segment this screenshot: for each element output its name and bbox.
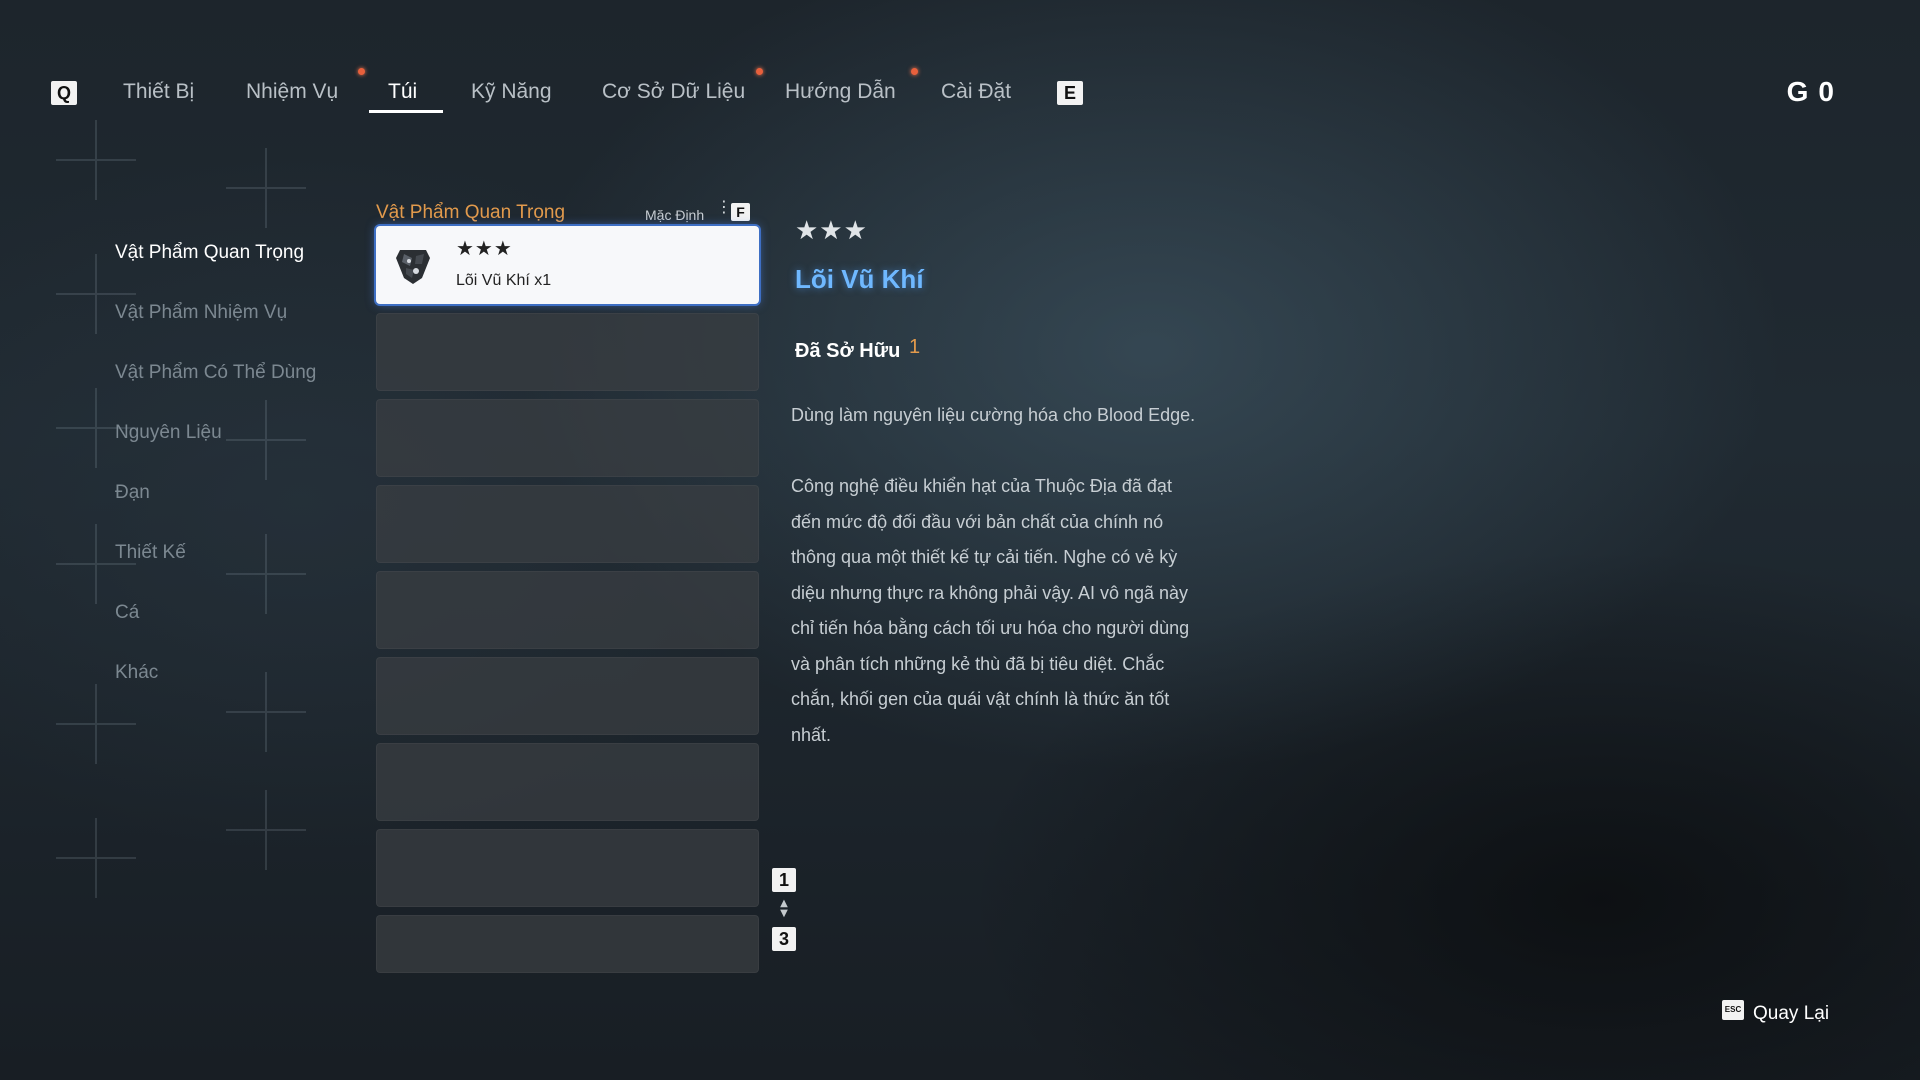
category-thiet-ke[interactable]: Thiết Kế bbox=[115, 542, 186, 564]
decor-crosshair bbox=[56, 818, 136, 898]
inventory-screen: Q Thiết Bị Nhiệm Vụ Túi Kỹ Năng Cơ Sở Dữ… bbox=[0, 0, 1920, 1080]
desc-line: chỉ tiến hóa bằng cách tối ưu hóa cho ng… bbox=[791, 618, 1190, 638]
item-slot-empty[interactable] bbox=[376, 657, 759, 735]
notification-dot bbox=[911, 68, 918, 75]
owned-count: 1 bbox=[909, 336, 921, 358]
category-vat-pham-nhiem-vu[interactable]: Vật Phẩm Nhiệm Vụ bbox=[115, 302, 287, 324]
decor-crosshair bbox=[56, 684, 136, 764]
desc-line: đến mức độ đối đầu với bản chất của chín… bbox=[791, 511, 1164, 532]
notification-dot bbox=[756, 68, 763, 75]
desc-line: và phân tích những kẻ thù đã bị tiêu diệ… bbox=[791, 653, 1165, 674]
item-slot-empty[interactable] bbox=[376, 829, 759, 907]
esc-key[interactable]: ESC bbox=[1722, 1000, 1744, 1020]
item-description-lore: Công nghệ điều khiển hạt của Thuộc Địa đ… bbox=[791, 469, 1211, 753]
item-slot-empty[interactable] bbox=[376, 313, 759, 391]
decor-crosshair bbox=[226, 534, 306, 614]
item-slot-empty[interactable] bbox=[376, 571, 759, 649]
item-name: Lõi Vũ Khí x1 bbox=[456, 272, 552, 289]
decor-crosshair bbox=[226, 790, 306, 870]
back-button[interactable]: Quay Lại bbox=[1753, 1003, 1829, 1025]
category-dan[interactable]: Đạn bbox=[115, 482, 150, 504]
next-tab-key[interactable]: E bbox=[1057, 81, 1083, 105]
owned-label: Đã Sở Hữu bbox=[795, 340, 901, 362]
item-description-short: Dùng làm nguyên liệu cường hóa cho Blood… bbox=[791, 398, 1211, 434]
category-nguyen-lieu[interactable]: Nguyên Liệu bbox=[115, 422, 222, 444]
page-scroll-arrows-icon[interactable]: ▲ ▼ bbox=[776, 899, 792, 919]
item-rarity-stars: ★★★ bbox=[456, 236, 513, 260]
currency-display: G0 bbox=[1787, 76, 1844, 108]
desc-line: chắn, khối gen của quái vật chính là thứ… bbox=[791, 689, 1170, 709]
tab-thiet-bi[interactable]: Thiết Bị bbox=[123, 80, 194, 104]
desc-line: nhất. bbox=[791, 724, 832, 745]
page-total: 3 bbox=[772, 927, 796, 951]
page-current: 1 bbox=[772, 868, 796, 892]
currency-symbol: G bbox=[1786, 76, 1819, 107]
sort-key[interactable]: F bbox=[731, 203, 750, 221]
item-slot-empty[interactable] bbox=[376, 915, 759, 973]
item-slot-empty[interactable] bbox=[376, 399, 759, 477]
decor-crosshair bbox=[226, 148, 306, 228]
tab-tui[interactable]: Túi bbox=[388, 80, 417, 104]
tab-cai-dat[interactable]: Cài Đặt bbox=[941, 80, 1011, 104]
weapon-core-icon bbox=[396, 250, 430, 284]
detail-item-name: Lõi Vũ Khí bbox=[795, 264, 924, 294]
desc-line: thông qua một thiết kế tự cải tiến. Nghe… bbox=[791, 547, 1178, 567]
tab-huong-dan[interactable]: Hướng Dẫn bbox=[785, 80, 896, 104]
decor-crosshair bbox=[56, 120, 136, 200]
category-khac[interactable]: Khác bbox=[115, 662, 158, 684]
decor-crosshair bbox=[56, 524, 136, 604]
decor-crosshair bbox=[226, 672, 306, 752]
sort-menu-icon[interactable]: ⋮ bbox=[716, 199, 732, 215]
item-slot-selected[interactable]: ★★★ Lõi Vũ Khí x1 bbox=[376, 226, 759, 304]
item-slot-empty[interactable] bbox=[376, 743, 759, 821]
tab-ky-nang[interactable]: Kỹ Năng bbox=[471, 80, 552, 104]
list-title: Vật Phẩm Quan Trọng bbox=[376, 202, 566, 223]
currency-amount: 0 bbox=[1818, 76, 1844, 107]
category-vat-pham-co-the-dung[interactable]: Vật Phẩm Có Thể Dùng bbox=[115, 362, 316, 384]
decor-crosshair bbox=[226, 400, 306, 480]
item-slot-empty[interactable] bbox=[376, 485, 759, 563]
detail-rarity-stars: ★★★ bbox=[795, 216, 868, 246]
tab-co-so-du-lieu[interactable]: Cơ Sở Dữ Liệu bbox=[602, 80, 745, 104]
category-ca[interactable]: Cá bbox=[115, 602, 139, 624]
active-tab-indicator bbox=[369, 110, 443, 113]
desc-line: diệu nhưng thực ra không phải vậy. AI vô… bbox=[791, 582, 1189, 603]
desc-line: Công nghệ điều khiển hạt của Thuộc Địa đ… bbox=[791, 476, 1172, 496]
category-vat-pham-quan-trong[interactable]: Vật Phẩm Quan Trọng bbox=[115, 242, 304, 264]
notification-dot bbox=[358, 68, 365, 75]
tab-nhiem-vu[interactable]: Nhiệm Vụ bbox=[246, 80, 338, 104]
sort-label[interactable]: Mặc Định bbox=[645, 207, 704, 223]
desc-line: Dùng làm nguyên liệu cường hóa cho Blood… bbox=[791, 405, 1196, 425]
prev-tab-key[interactable]: Q bbox=[51, 81, 77, 105]
